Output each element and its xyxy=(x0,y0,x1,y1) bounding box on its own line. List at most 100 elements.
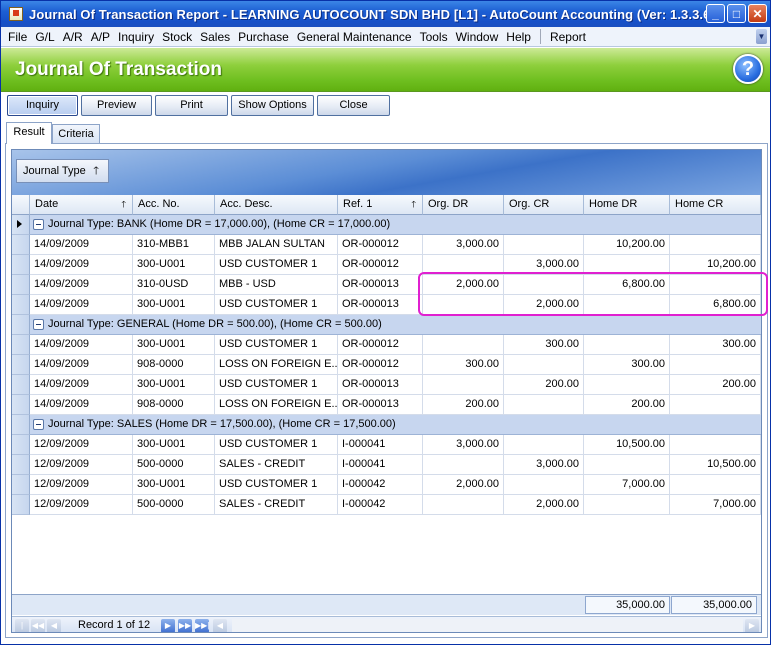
cell-home-cr[interactable] xyxy=(670,435,761,455)
cell-home-cr[interactable]: 6,800.00 xyxy=(670,295,761,315)
first-record-button[interactable]: |◀◀ xyxy=(15,619,29,632)
cell-org-cr[interactable]: 2,000.00 xyxy=(504,495,584,515)
cell-date[interactable]: 12/09/2009 xyxy=(30,455,133,475)
cell-acc-no[interactable]: 310-0USD xyxy=(133,275,215,295)
row-indicator[interactable] xyxy=(12,295,30,315)
cell-home-dr[interactable] xyxy=(584,255,670,275)
close-window-button[interactable]: ✕ xyxy=(748,4,767,23)
menu-report[interactable]: Report xyxy=(547,30,589,44)
cell-home-dr[interactable]: 10,500.00 xyxy=(584,435,670,455)
cell-acc-desc[interactable]: LOSS ON FOREIGN E... xyxy=(215,395,338,415)
menu-purchase[interactable]: Purchase xyxy=(235,30,292,44)
cell-acc-no[interactable]: 500-0000 xyxy=(133,455,215,475)
menu-gl[interactable]: G/L xyxy=(32,30,57,44)
menu-stock[interactable]: Stock xyxy=(159,30,195,44)
cell-date[interactable]: 12/09/2009 xyxy=(30,495,133,515)
print-button[interactable]: Print xyxy=(155,95,228,116)
table-row[interactable]: 14/09/2009 908-0000 LOSS ON FOREIGN E... OR… xyxy=(12,395,761,415)
cell-acc-no[interactable]: 310-MBB1 xyxy=(133,235,215,255)
cell-acc-no[interactable]: 300-U001 xyxy=(133,375,215,395)
cell-date[interactable]: 14/09/2009 xyxy=(30,255,133,275)
row-indicator[interactable] xyxy=(12,275,30,295)
scroll-left-button[interactable]: ◀ xyxy=(213,619,227,632)
title-bar[interactable]: Journal Of Transaction Report - LEARNING… xyxy=(1,1,770,27)
cell-org-cr[interactable] xyxy=(504,235,584,255)
menu-window[interactable]: Window xyxy=(453,30,502,44)
cell-acc-desc[interactable]: MBB JALAN SULTAN xyxy=(215,235,338,255)
cell-acc-desc[interactable]: USD CUSTOMER 1 xyxy=(215,255,338,275)
cell-acc-no[interactable]: 300-U001 xyxy=(133,255,215,275)
col-acc-no[interactable]: Acc. No. xyxy=(133,195,215,215)
cell-org-cr[interactable] xyxy=(504,395,584,415)
row-indicator[interactable] xyxy=(12,315,30,335)
table-row[interactable]: 14/09/2009 300-U001 USD CUSTOMER 1 OR-00001… xyxy=(12,335,761,355)
cell-home-dr[interactable]: 10,200.00 xyxy=(584,235,670,255)
last-record-button[interactable]: ▶▶| xyxy=(195,619,209,632)
cell-date[interactable]: 14/09/2009 xyxy=(30,275,133,295)
cell-home-dr[interactable]: 6,800.00 xyxy=(584,275,670,295)
next-record-button[interactable]: ▶ xyxy=(161,619,175,632)
row-indicator[interactable] xyxy=(12,435,30,455)
horizontal-scrollbar[interactable] xyxy=(232,619,743,632)
cell-acc-desc[interactable]: MBB - USD xyxy=(215,275,338,295)
cell-date[interactable]: 14/09/2009 xyxy=(30,335,133,355)
cell-date[interactable]: 14/09/2009 xyxy=(30,375,133,395)
group-row[interactable]: Journal Type: GENERAL (Home DR = 500.00)… xyxy=(12,315,761,335)
row-indicator[interactable] xyxy=(12,475,30,495)
menu-sales[interactable]: Sales xyxy=(197,30,233,44)
cell-home-dr[interactable] xyxy=(584,335,670,355)
menu-tools[interactable]: Tools xyxy=(417,30,451,44)
cell-ref1[interactable]: I-000041 xyxy=(338,435,423,455)
menu-help[interactable]: Help xyxy=(503,30,534,44)
prev-record-button[interactable]: ◀ xyxy=(47,619,61,632)
row-indicator[interactable] xyxy=(12,415,30,435)
table-row[interactable]: 14/09/2009 300-U001 USD CUSTOMER 1 OR-00001… xyxy=(12,295,761,315)
cell-org-cr[interactable]: 3,000.00 xyxy=(504,255,584,275)
inquiry-button[interactable]: Inquiry xyxy=(7,95,78,116)
cell-org-cr[interactable] xyxy=(504,435,584,455)
cell-acc-no[interactable]: 300-U001 xyxy=(133,335,215,355)
tab-criteria[interactable]: Criteria xyxy=(52,124,100,144)
cell-org-dr[interactable]: 3,000.00 xyxy=(423,435,504,455)
cell-home-cr[interactable] xyxy=(670,475,761,495)
menu-ar[interactable]: A/R xyxy=(60,30,86,44)
cell-ref1[interactable]: I-000042 xyxy=(338,495,423,515)
cell-org-dr[interactable] xyxy=(423,375,504,395)
next-page-button[interactable]: ▶▶ xyxy=(178,619,192,632)
cell-date[interactable]: 14/09/2009 xyxy=(30,235,133,255)
row-indicator[interactable] xyxy=(12,235,30,255)
group-chip-journal-type[interactable]: Journal Type 🡑 xyxy=(16,159,109,183)
cell-date[interactable]: 14/09/2009 xyxy=(30,395,133,415)
cell-ref1[interactable]: OR-000013 xyxy=(338,295,423,315)
col-org-cr[interactable]: Org. CR xyxy=(504,195,584,215)
cell-org-cr[interactable] xyxy=(504,275,584,295)
row-indicator[interactable] xyxy=(12,375,30,395)
col-acc-desc[interactable]: Acc. Desc. xyxy=(215,195,338,215)
cell-org-cr[interactable]: 300.00 xyxy=(504,335,584,355)
cell-home-dr[interactable]: 300.00 xyxy=(584,355,670,375)
preview-button[interactable]: Preview xyxy=(81,95,152,116)
row-indicator[interactable] xyxy=(12,215,30,235)
collapse-icon[interactable] xyxy=(33,219,44,230)
cell-acc-no[interactable]: 908-0000 xyxy=(133,355,215,375)
cell-org-dr[interactable]: 2,000.00 xyxy=(423,475,504,495)
cell-org-dr[interactable] xyxy=(423,495,504,515)
cell-ref1[interactable]: OR-000012 xyxy=(338,355,423,375)
table-row[interactable]: 14/09/2009 310-MBB1 MBB JALAN SULTAN OR-000… xyxy=(12,235,761,255)
col-home-dr[interactable]: Home DR xyxy=(584,195,670,215)
table-row[interactable]: 12/09/2009 300-U001 USD CUSTOMER 1 I-000042… xyxy=(12,475,761,495)
cell-acc-desc[interactable]: LOSS ON FOREIGN E... xyxy=(215,355,338,375)
cell-org-dr[interactable] xyxy=(423,455,504,475)
cell-acc-desc[interactable]: USD CUSTOMER 1 xyxy=(215,335,338,355)
table-row[interactable]: 12/09/2009 500-0000 SALES - CREDIT I-000042… xyxy=(12,495,761,515)
table-row[interactable]: 12/09/2009 500-0000 SALES - CREDIT I-000041… xyxy=(12,455,761,475)
cell-org-cr[interactable]: 3,000.00 xyxy=(504,455,584,475)
group-row[interactable]: Journal Type: BANK (Home DR = 17,000.00)… xyxy=(12,215,761,235)
cell-home-cr[interactable] xyxy=(670,395,761,415)
maximize-button[interactable]: □ xyxy=(727,4,746,23)
menu-inquiry[interactable]: Inquiry xyxy=(115,30,157,44)
cell-org-dr[interactable]: 2,000.00 xyxy=(423,275,504,295)
cell-ref1[interactable]: OR-000013 xyxy=(338,375,423,395)
cell-acc-desc[interactable]: USD CUSTOMER 1 xyxy=(215,435,338,455)
cell-acc-no[interactable]: 908-0000 xyxy=(133,395,215,415)
